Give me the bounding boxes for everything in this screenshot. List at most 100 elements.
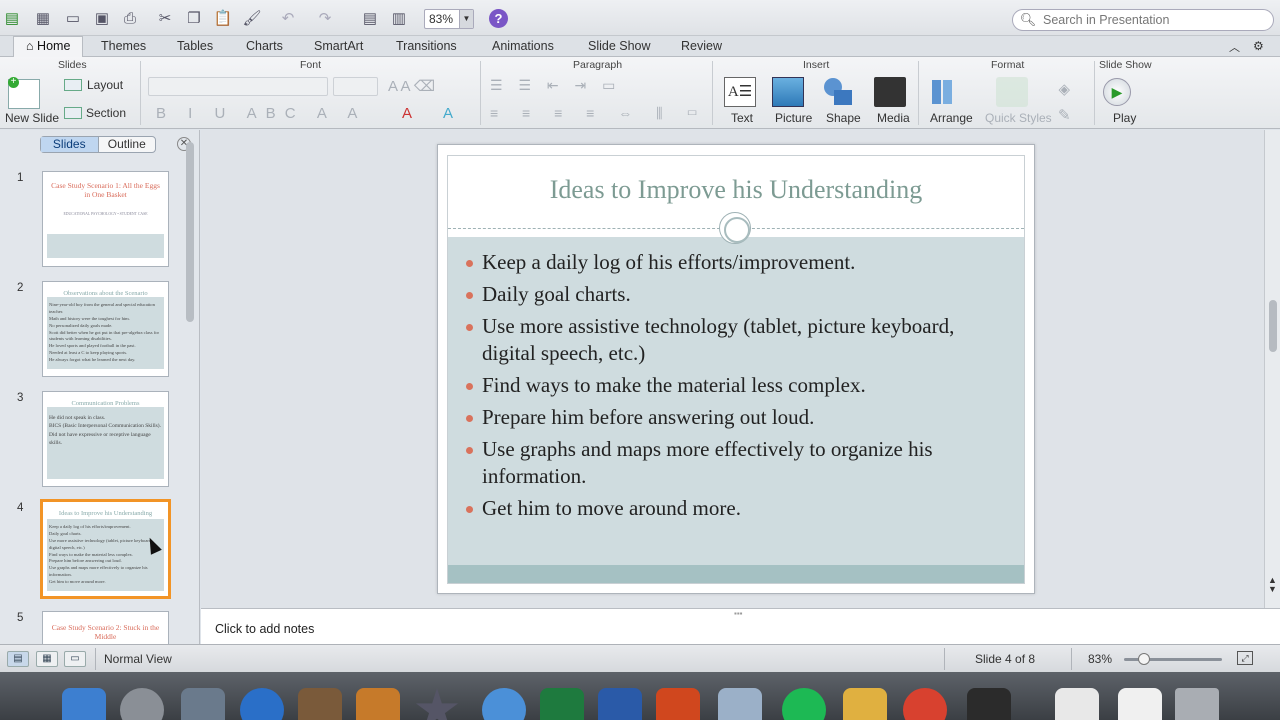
- excel-icon[interactable]: [540, 688, 584, 720]
- garageband-icon[interactable]: [298, 688, 342, 720]
- toolbox-icon[interactable]: ▥: [389, 8, 409, 28]
- section-button[interactable]: Section: [86, 106, 126, 120]
- powerpoint-icon[interactable]: [656, 688, 700, 720]
- document-icon[interactable]: [1118, 688, 1162, 720]
- tab-home[interactable]: ⌂ Home: [13, 36, 84, 58]
- tab-animations[interactable]: Animations: [492, 39, 554, 53]
- view-segmented-control: Slides Outline: [40, 136, 156, 153]
- imovie-star-icon[interactable]: [415, 688, 459, 720]
- zoom-select[interactable]: 83% ▼: [424, 9, 474, 29]
- trash-icon[interactable]: [1175, 688, 1219, 720]
- search-placeholder: Search in Presentation: [1043, 13, 1170, 27]
- slide-canvas[interactable]: Ideas to Improve his Understanding Keep …: [437, 144, 1035, 594]
- insert-shape-button[interactable]: Shape: [826, 111, 861, 125]
- slide-bullet-list[interactable]: Keep a daily log of his efforts/improvem…: [464, 249, 1004, 527]
- tab-slide-show[interactable]: Slide Show: [588, 39, 651, 53]
- group-font-label: Font: [300, 59, 322, 71]
- zoom-slider-knob[interactable]: [1137, 653, 1150, 665]
- gallery-icon[interactable]: ▤: [360, 8, 380, 28]
- editor-scrollbar[interactable]: ▲ ▼: [1264, 130, 1280, 608]
- preview-icon[interactable]: [718, 688, 762, 720]
- align-icons[interactable]: ≡ ≡ ≡ ≡ ⇔ ⫼ ▭: [490, 105, 708, 122]
- normal-view-icon[interactable]: ▤: [7, 651, 29, 667]
- itunes-icon[interactable]: [240, 688, 284, 720]
- print-icon[interactable]: ⎙: [120, 8, 140, 28]
- slide-thumbnail-2[interactable]: Observations about the Scenario Nine-yea…: [42, 281, 169, 377]
- standard-toolbar: ▤ ▦ ▭ ▣ ⎙ ✂ ❐ 📋 🖌 ↶ ↷ ▤ ▥ 83% ▼ ? 🔍︎ Sea…: [0, 0, 1280, 36]
- help-button[interactable]: ?: [489, 9, 508, 28]
- play-button[interactable]: Play: [1113, 111, 1136, 125]
- collapse-ribbon-icon[interactable]: ︿: [1229, 39, 1240, 55]
- list-icons[interactable]: ☰ ☰ ⇤ ⇥ ▭: [490, 77, 621, 94]
- notes-pane[interactable]: ▪▪▪ Click to add notes: [201, 608, 1280, 644]
- new-icon[interactable]: ▤: [2, 8, 22, 28]
- safari-icon[interactable]: [482, 688, 526, 720]
- font-name-field[interactable]: [148, 77, 328, 96]
- open-icon[interactable]: ▭: [63, 8, 83, 28]
- insert-text-button[interactable]: Text: [731, 111, 753, 125]
- fit-window-icon[interactable]: ⤢: [1237, 651, 1253, 665]
- tab-slides[interactable]: Slides: [41, 137, 99, 152]
- tab-outline[interactable]: Outline: [99, 137, 156, 152]
- thumb-title: Ideas to Improve his Understanding: [58, 510, 153, 517]
- text-box-icon[interactable]: A☰: [724, 77, 756, 107]
- word-icon[interactable]: [598, 688, 642, 720]
- save-icon[interactable]: ▣: [92, 8, 112, 28]
- templates-icon[interactable]: ▦: [33, 8, 53, 28]
- cut-icon[interactable]: ✂: [155, 8, 175, 28]
- tab-review[interactable]: Review: [681, 39, 722, 53]
- search-field[interactable]: 🔍︎ Search in Presentation: [1012, 9, 1274, 31]
- thumb-line: Find ways to make the material less comp…: [49, 551, 133, 557]
- slide-thumbnail-1[interactable]: Case Study Scenario 1: All the Eggs in O…: [42, 171, 169, 267]
- launchpad-icon[interactable]: [120, 688, 164, 720]
- box-icon[interactable]: [843, 688, 887, 720]
- picture-icon[interactable]: [772, 77, 804, 107]
- slide-thumbnail-5[interactable]: Case Study Scenario 2: Stuck in the Midd…: [42, 611, 169, 644]
- gear-icon[interactable]: ⚙: [1253, 39, 1264, 53]
- quick-styles-icon[interactable]: [996, 77, 1028, 107]
- new-slide-button[interactable]: New Slide: [5, 111, 59, 125]
- tab-transitions[interactable]: Transitions: [396, 39, 457, 53]
- tab-tables[interactable]: Tables: [177, 39, 213, 53]
- layout-button[interactable]: Layout: [87, 78, 123, 92]
- font-style-icons[interactable]: B I U ABC A A: [156, 105, 366, 122]
- font-color-icon[interactable]: A: [402, 105, 412, 122]
- fill-line-icons[interactable]: ◈ ✎: [1058, 77, 1071, 129]
- document-icon[interactable]: [1055, 688, 1099, 720]
- arrange-button[interactable]: Arrange: [930, 111, 973, 125]
- format-painter-icon[interactable]: 🖌: [242, 8, 262, 28]
- scroll-arrows-icon[interactable]: ▲ ▼: [1268, 576, 1277, 594]
- tab-smartart[interactable]: SmartArt: [314, 39, 363, 53]
- chrome-icon[interactable]: [903, 688, 947, 720]
- thumb-line: Get him to move around more.: [49, 579, 106, 585]
- tab-charts[interactable]: Charts: [246, 39, 283, 53]
- insert-media-button[interactable]: Media: [877, 111, 910, 125]
- shape-icon[interactable]: [822, 77, 854, 107]
- finder-icon[interactable]: [62, 688, 106, 720]
- text-effects-icon[interactable]: A: [443, 105, 453, 122]
- dvd-player-icon[interactable]: [967, 688, 1011, 720]
- slide-title[interactable]: Ideas to Improve his Understanding: [438, 175, 1034, 205]
- sidebar-scrollbar[interactable]: [186, 142, 194, 322]
- divider: [480, 61, 481, 125]
- tab-themes[interactable]: Themes: [101, 39, 146, 53]
- grow-font-icon[interactable]: A A ⌫: [388, 77, 435, 95]
- scroll-thumb[interactable]: [1269, 300, 1277, 352]
- media-icon[interactable]: [874, 77, 906, 107]
- spotify-icon[interactable]: [782, 688, 826, 720]
- insert-picture-button[interactable]: Picture: [775, 111, 812, 125]
- copy-icon[interactable]: ❐: [184, 8, 204, 28]
- photo-booth-icon[interactable]: [356, 688, 400, 720]
- undo-icon[interactable]: ↶: [278, 8, 298, 28]
- presenter-view-icon[interactable]: ▭: [64, 651, 86, 667]
- slide-sorter-icon[interactable]: ▦: [36, 651, 58, 667]
- quick-styles-button[interactable]: Quick Styles: [985, 111, 1052, 125]
- slide-thumbnail-3[interactable]: Communication Problems He did not speak …: [42, 391, 169, 487]
- play-icon[interactable]: ▶: [1103, 78, 1131, 106]
- arrange-icon[interactable]: [930, 77, 962, 107]
- redo-icon[interactable]: ↷: [315, 8, 335, 28]
- font-size-field[interactable]: [333, 77, 378, 96]
- system-preferences-icon[interactable]: [181, 688, 225, 720]
- notes-resize-handle[interactable]: ▪▪▪: [734, 609, 743, 618]
- paste-icon[interactable]: 📋: [213, 8, 233, 28]
